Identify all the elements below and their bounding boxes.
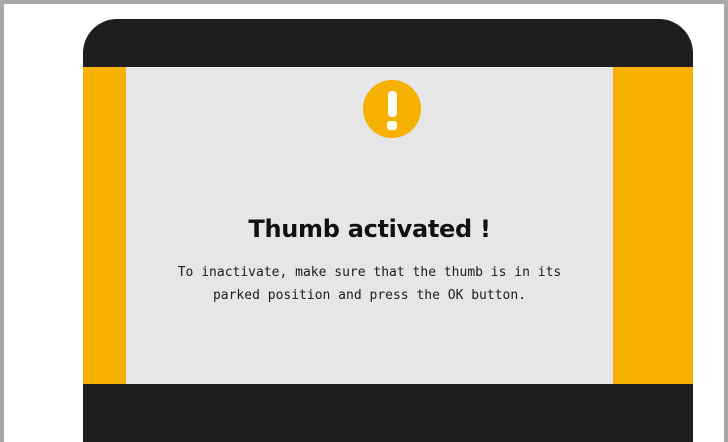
device-bottom-panel xyxy=(83,384,693,442)
alert-message-line-2: parked position and press the OK button. xyxy=(212,288,527,303)
page-frame: Thumb activated ! To inactivate, make su… xyxy=(0,0,728,442)
alert-dialog: Thumb activated ! To inactivate, make su… xyxy=(126,67,613,384)
exclamation-mark-dot xyxy=(387,121,397,130)
exclamation-mark-bar xyxy=(388,91,397,117)
alert-message: To inactivate, make sure that the thumb … xyxy=(134,261,605,307)
warning-exclamation-icon xyxy=(363,80,421,138)
device-display: Thumb activated ! To inactivate, make su… xyxy=(83,19,693,442)
alert-message-line-1: To inactivate, make sure that the thumb … xyxy=(177,265,562,280)
alert-title: Thumb activated ! xyxy=(248,215,491,243)
alert-screen: Thumb activated ! To inactivate, make su… xyxy=(83,67,693,384)
